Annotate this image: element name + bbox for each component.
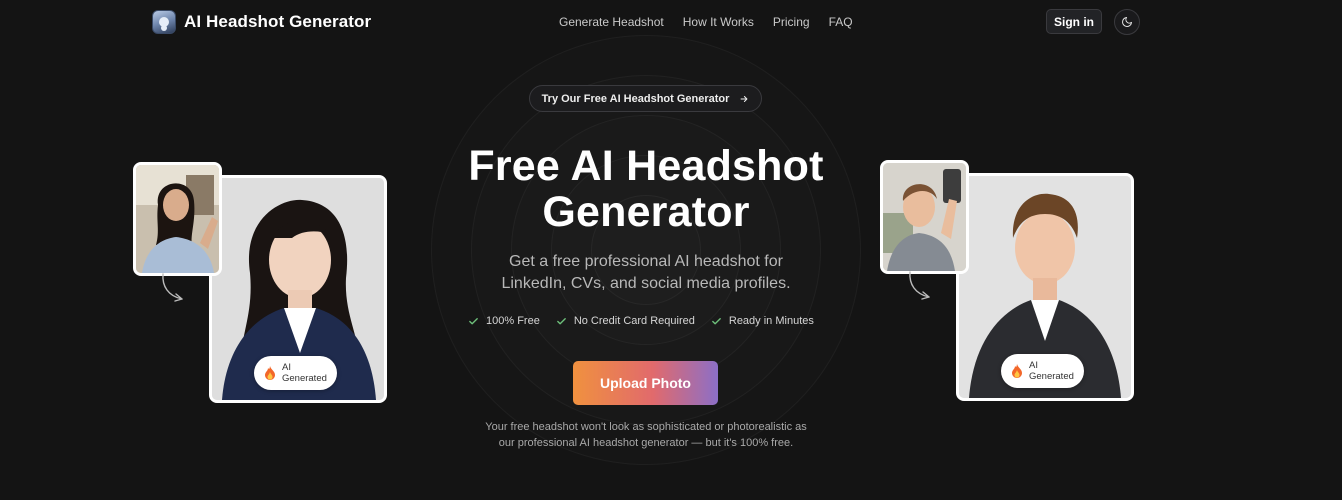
pill-label: Try Our Free AI Headshot Generator bbox=[541, 92, 730, 105]
flame-icon bbox=[1012, 364, 1022, 378]
check-icon bbox=[556, 317, 566, 324]
curved-arrow-icon bbox=[909, 271, 930, 300]
example-selfie-woman bbox=[133, 162, 222, 276]
disclaimer-line-1: Your free headshot won't look as sophist… bbox=[485, 421, 807, 433]
curved-arrow-icon bbox=[162, 273, 183, 302]
ai-generated-badge: AI Generated bbox=[254, 356, 337, 390]
feature-no-credit-card: No Credit Card Required bbox=[556, 315, 695, 327]
feature-checks: 100% Free No Credit Card Required Ready … bbox=[468, 315, 814, 327]
badge-line-2: Generated bbox=[282, 373, 327, 384]
example-selfie-man bbox=[880, 160, 969, 274]
nav-link-faq[interactable]: FAQ bbox=[829, 15, 853, 29]
sign-in-button[interactable]: Sign in bbox=[1046, 9, 1102, 34]
badge-line-2: Generated bbox=[1029, 371, 1074, 382]
selfie-man-image bbox=[883, 163, 966, 271]
brand-logo[interactable]: AI Headshot Generator bbox=[152, 10, 371, 34]
brand-name: AI Headshot Generator bbox=[184, 12, 372, 31]
ai-generated-badge: AI Generated bbox=[1001, 354, 1084, 388]
check-icon bbox=[469, 317, 478, 324]
top-nav: AI Headshot Generator Generate Headshot … bbox=[0, 0, 1342, 44]
feature-free: 100% Free bbox=[468, 315, 540, 327]
flame-icon bbox=[265, 366, 275, 380]
nav-links: Generate Headshot How It Works Pricing F… bbox=[559, 15, 853, 29]
badge-line-1: AI bbox=[1029, 360, 1038, 371]
example-headshot-woman: AI Generated bbox=[209, 175, 387, 403]
upload-photo-button[interactable]: Upload Photo bbox=[573, 361, 718, 405]
logo-icon bbox=[152, 10, 176, 34]
feature-ready-in-minutes: Ready in Minutes bbox=[711, 315, 814, 327]
moon-icon bbox=[1122, 17, 1132, 27]
nav-link-pricing[interactable]: Pricing bbox=[773, 15, 810, 29]
check-icon bbox=[712, 317, 721, 324]
disclaimer-line-2: our professional AI headshot generator —… bbox=[498, 437, 794, 449]
feature-label: No Credit Card Required bbox=[573, 315, 695, 327]
disclaimer: Your free headshot won't look as sophist… bbox=[0, 419, 1292, 451]
feature-label: Ready in Minutes bbox=[728, 315, 814, 327]
selfie-woman-image bbox=[136, 165, 219, 273]
arrow-right-icon bbox=[741, 95, 748, 102]
badge-line-1: AI bbox=[282, 362, 291, 373]
nav-link-how-it-works[interactable]: How It Works bbox=[683, 15, 754, 29]
example-headshot-man: AI Generated bbox=[956, 173, 1134, 401]
nav-link-generate-headshot[interactable]: Generate Headshot bbox=[559, 15, 664, 29]
feature-label: 100% Free bbox=[486, 315, 540, 327]
free-generator-pill[interactable]: Try Our Free AI Headshot Generator bbox=[529, 85, 762, 112]
theme-toggle-button[interactable] bbox=[1114, 9, 1140, 35]
